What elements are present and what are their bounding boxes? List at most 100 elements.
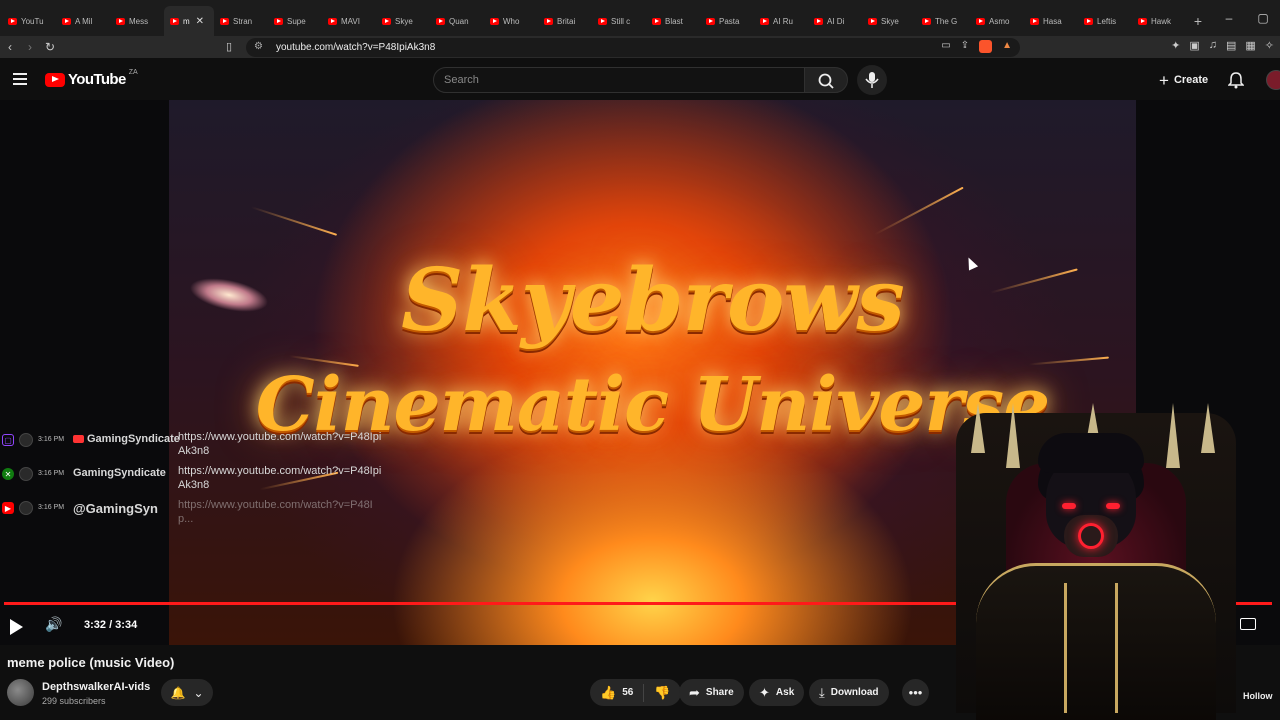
search-icon xyxy=(818,73,834,89)
notifications-bell-icon[interactable] xyxy=(1228,71,1244,89)
thumbs-down-icon[interactable]: 👎 xyxy=(654,685,670,701)
chat-avatar xyxy=(19,433,33,447)
notification-subscribe-button[interactable]: 🔔 ⌄ xyxy=(161,679,213,706)
chat-overlay: ▢ 3:16 PM GamingSyndicate https://www.youtu… xyxy=(2,430,392,532)
volume-icon[interactable]: 🔊 xyxy=(45,616,62,633)
youtube-favicon-icon xyxy=(220,17,229,25)
browser-tab[interactable]: Leftis xyxy=(1078,6,1132,36)
search-button[interactable] xyxy=(804,67,848,93)
bookmark-icon[interactable]: ▯ xyxy=(226,40,232,53)
like-dislike-group: 👍 56 👎 xyxy=(590,679,681,706)
rewards-icon[interactable]: ▲ xyxy=(1002,40,1012,53)
browser-tab[interactable]: Britai xyxy=(538,6,592,36)
share-page-icon[interactable]: ⇪ xyxy=(961,40,969,53)
play-icon[interactable] xyxy=(10,619,23,635)
youtube-favicon-icon xyxy=(328,17,337,25)
browser-tab[interactable]: AI Di xyxy=(808,6,862,36)
tab-label: AI Ru xyxy=(773,16,794,26)
browser-tab[interactable]: Still c xyxy=(592,6,646,36)
twitch-icon: ▢ xyxy=(2,434,14,446)
search-input[interactable]: Search xyxy=(433,67,805,93)
browser-tab[interactable]: m ✕ xyxy=(164,6,214,36)
youtube-logo[interactable]: YouTube ZA xyxy=(45,69,138,88)
download-button[interactable]: ⤓ Download xyxy=(809,679,889,706)
forward-icon[interactable]: › xyxy=(20,40,40,54)
menu-icon[interactable] xyxy=(13,73,27,85)
browser-tab[interactable]: AI Ru xyxy=(754,6,808,36)
browser-tab[interactable]: A Mil xyxy=(56,6,110,36)
eye-left xyxy=(1062,503,1076,509)
site-info-icon[interactable]: ⚙ xyxy=(254,41,263,52)
chat-avatar xyxy=(19,501,33,515)
browser-tab[interactable]: Blast xyxy=(646,6,700,36)
browser-tab[interactable]: YouTu xyxy=(2,6,56,36)
voice-search-button[interactable] xyxy=(857,65,887,95)
youtube-favicon-icon xyxy=(116,17,125,25)
create-button[interactable]: + Create xyxy=(1151,67,1216,93)
chat-username: GamingSyndicate xyxy=(73,467,166,479)
browser-tab[interactable]: Hasa xyxy=(1024,6,1078,36)
minimize-icon[interactable]: – xyxy=(1212,0,1246,36)
browser-tab[interactable]: MAVI xyxy=(322,6,376,36)
share-button[interactable]: ➦ Share xyxy=(679,679,744,706)
search-placeholder: Search xyxy=(444,74,479,86)
new-tab-button[interactable]: + xyxy=(1186,6,1210,36)
eye-right xyxy=(1106,503,1120,509)
browser-tab[interactable]: The G xyxy=(916,6,970,36)
cast-icon[interactable]: ▭ xyxy=(941,40,950,53)
channel-name[interactable]: DepthswalkerAI-vids xyxy=(42,681,150,693)
browser-tab[interactable]: Skye xyxy=(862,6,916,36)
maximize-icon[interactable]: ▢ xyxy=(1246,0,1280,36)
chat-username-text: GamingSyndicate xyxy=(73,467,166,479)
browser-tab[interactable]: Who xyxy=(484,6,538,36)
extensions-icon[interactable]: ✦ xyxy=(1171,39,1180,52)
close-tab-icon[interactable]: ✕ xyxy=(196,16,204,27)
youtube-favicon-icon xyxy=(868,17,877,25)
bell-icon: 🔔 xyxy=(170,685,186,700)
ask-label: Ask xyxy=(775,687,795,698)
wallet-icon[interactable]: ▣ xyxy=(1189,39,1199,52)
tab-label: Pasta xyxy=(719,16,740,26)
address-bar[interactable]: ▯ ⚙ youtube.com/watch?v=P48IpiAk3n8 ▭ ⇪ … xyxy=(226,38,1020,57)
browser-tab[interactable]: Mess xyxy=(110,6,164,36)
more-actions-button[interactable]: ••• xyxy=(902,679,929,706)
channel-avatar[interactable] xyxy=(7,679,34,706)
chat-username: GamingSyndicate xyxy=(73,433,180,445)
reload-icon[interactable]: ↻ xyxy=(40,40,60,54)
mic-icon xyxy=(865,72,879,88)
browser-tab[interactable]: Supe xyxy=(268,6,322,36)
chat-message-text: https://www.youtube.com/watch?v=P48IpiAk… xyxy=(178,465,382,491)
chat-message-text: https://www.youtube.com/watch?v=P48IpiAk… xyxy=(178,431,382,457)
extension-icons: ✦ ▣ ♫ ▤ ▦ ✧ xyxy=(1171,39,1274,52)
browser-tab[interactable]: Pasta xyxy=(700,6,754,36)
thumbs-up-icon[interactable]: 👍 xyxy=(600,685,616,701)
tab-strip: YouTu A Mil Mess m ✕ Stran Supe MAVI Skye Quan Who… xyxy=(2,6,1186,36)
chat-time: 3:16 PM xyxy=(38,504,65,511)
download-icon: ⤓ xyxy=(819,684,825,700)
xbox-icon: ✕ xyxy=(2,468,14,480)
ask-button[interactable]: ✦ Ask xyxy=(749,679,805,706)
tab-label: The G xyxy=(935,16,958,26)
youtube-favicon-icon xyxy=(170,17,179,25)
youtube-favicon-icon xyxy=(976,17,985,25)
browser-tab[interactable]: Quan xyxy=(430,6,484,36)
back-icon[interactable]: ‹ xyxy=(0,40,20,54)
media-icon[interactable]: ♫ xyxy=(1209,39,1217,52)
leo-icon[interactable]: ✧ xyxy=(1265,39,1274,52)
cloak-trim xyxy=(1064,583,1118,713)
browser-tab[interactable]: Hawk xyxy=(1132,6,1186,36)
tab-search-icon[interactable]: ▦ xyxy=(1245,39,1255,52)
like-count[interactable]: 56 xyxy=(622,687,633,698)
tab-label: Blast xyxy=(665,16,683,26)
youtube-icon: ▶ xyxy=(2,502,14,514)
browser-tab[interactable]: Asmo xyxy=(970,6,1024,36)
throne-spike xyxy=(1006,403,1020,468)
chat-avatar xyxy=(19,467,33,481)
browser-tab[interactable]: Skye xyxy=(376,6,430,36)
account-avatar[interactable] xyxy=(1266,70,1280,90)
browser-tab[interactable]: Stran xyxy=(214,6,268,36)
tab-label: Supe xyxy=(287,16,306,26)
brave-shields-icon[interactable] xyxy=(979,40,993,53)
sidebar-icon[interactable]: ▤ xyxy=(1226,39,1236,52)
youtube-favicon-icon xyxy=(1138,17,1147,25)
